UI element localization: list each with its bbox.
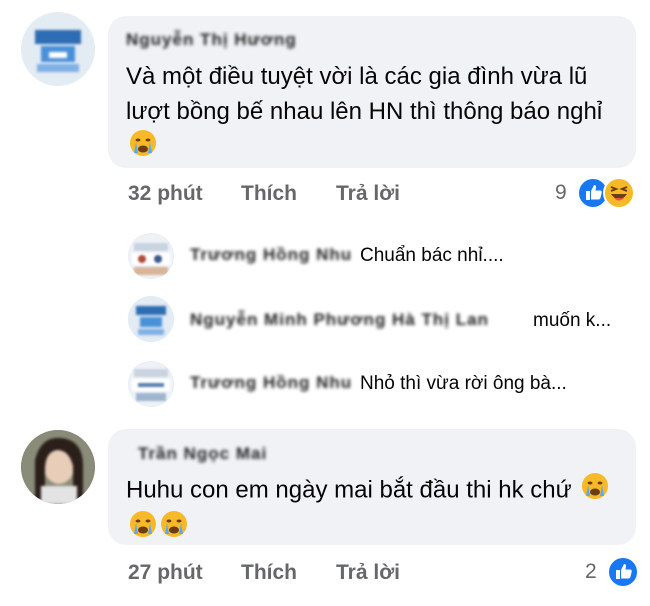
reply-author[interactable]: Trương Hồng Nhu <box>190 245 352 265</box>
reply-preview-text[interactable]: muốn k... <box>533 310 611 332</box>
reply-preview-text[interactable]: Chuẩn bác nhỉ.... <box>360 245 504 267</box>
reply-avatar[interactable] <box>128 361 174 407</box>
crying-face-icon <box>129 129 157 167</box>
reply-link[interactable]: Trả lời <box>336 561 400 585</box>
reaction-count: 2 <box>585 560 597 583</box>
like-link[interactable]: Thích <box>241 182 297 206</box>
reply-link[interactable]: Trả lời <box>336 182 400 206</box>
crying-face-icon <box>160 510 188 548</box>
comment-text: Huhu con em ngày mai bắt đầu thi hk chứ <box>126 472 621 548</box>
like-link[interactable]: Thích <box>241 561 297 585</box>
commenter-avatar[interactable] <box>21 430 95 504</box>
reply-avatar[interactable] <box>128 296 174 342</box>
comment-time[interactable]: 27 phút <box>128 561 203 585</box>
comment-text: Và một điều tuyệt vời là các gia đình vừ… <box>126 59 621 167</box>
reply-avatar[interactable] <box>128 233 174 279</box>
haha-reaction-icon <box>603 177 635 214</box>
reaction-count: 9 <box>555 181 567 204</box>
reply-author[interactable]: Nguyễn Minh Phương Hà Thị Lan <box>190 310 489 330</box>
commenter-avatar[interactable] <box>21 12 95 86</box>
comment-text-content: Và một điều tuyệt vời là các gia đình vừ… <box>126 63 603 125</box>
comment-time[interactable]: 32 phút <box>128 182 203 206</box>
reply-author[interactable]: Trương Hồng Nhu <box>190 373 352 393</box>
like-reaction-icon <box>607 556 639 593</box>
crying-face-icon <box>129 510 157 548</box>
comment-text-content: Huhu con em ngày mai bắt đầu thi hk chứ <box>126 476 572 504</box>
reply-preview-text[interactable]: Nhỏ thì vừa rời ông bà... <box>360 373 567 395</box>
crying-face-icon <box>581 472 609 510</box>
comment-author[interactable]: Nguyễn Thị Hương <box>126 30 297 50</box>
comment-author[interactable]: Trần Ngọc Mai <box>138 444 267 464</box>
